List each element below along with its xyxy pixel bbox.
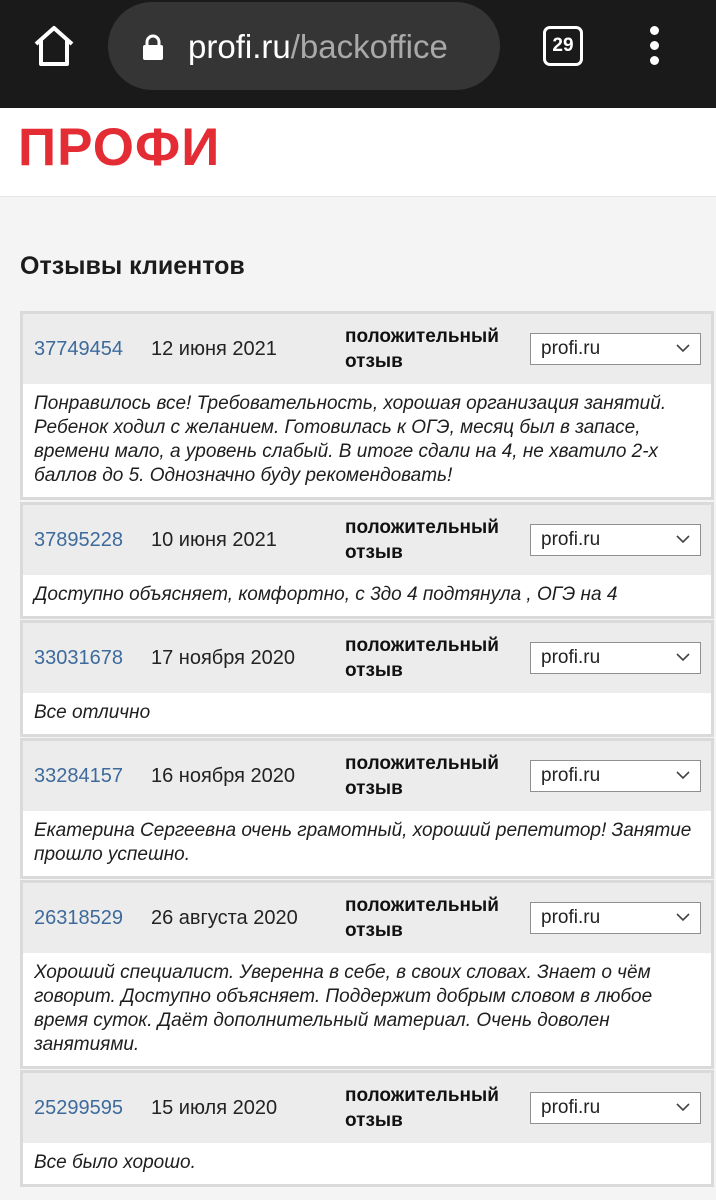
chevron-down-icon bbox=[676, 535, 690, 544]
review-id-link[interactable]: 26318529 bbox=[34, 883, 123, 953]
review-text: Доступно объясняет, комфортно, с 3до 4 п… bbox=[34, 584, 618, 605]
source-select[interactable]: profi.ru bbox=[530, 333, 701, 365]
chevron-down-icon bbox=[676, 771, 690, 780]
review-header: 33284157 16 ноября 2020 положительный от… bbox=[23, 741, 711, 811]
review-date: 15 июля 2020 bbox=[151, 1097, 278, 1119]
review-date: 12 июня 2021 bbox=[151, 338, 277, 360]
source-value: profi.ru bbox=[541, 765, 601, 786]
chevron-down-icon bbox=[676, 1103, 690, 1112]
source-select[interactable]: profi.ru bbox=[530, 1092, 701, 1124]
main-content: Отзывы клиентов 37749454 12 июня 2021 по… bbox=[0, 197, 716, 1200]
review-id-link[interactable]: 25299595 bbox=[34, 1073, 123, 1143]
source-value: profi.ru bbox=[541, 1097, 601, 1118]
review-date: 16 ноября 2020 bbox=[151, 765, 296, 787]
review-type: положительный отзыв bbox=[345, 326, 499, 372]
review-header: 25299595 15 июля 2020 положительный отзы… bbox=[23, 1073, 711, 1143]
review-date: 26 августа 2020 bbox=[151, 907, 298, 929]
page-title: Отзывы клиентов bbox=[20, 252, 245, 280]
review-text: Понравилось все! Требовательность, хорош… bbox=[34, 393, 667, 486]
review-card: 33031678 17 ноября 2020 положительный от… bbox=[20, 620, 714, 737]
chevron-down-icon bbox=[676, 913, 690, 922]
url-text: profi.ru/backoffice bbox=[188, 26, 488, 68]
review-header: 33031678 17 ноября 2020 положительный от… bbox=[23, 623, 711, 693]
review-header: 26318529 26 августа 2020 положительный о… bbox=[23, 883, 711, 953]
source-value: profi.ru bbox=[541, 338, 601, 359]
review-id-link[interactable]: 33284157 bbox=[34, 741, 123, 811]
review-type: положительный отзыв bbox=[345, 753, 499, 799]
review-type: положительный отзыв bbox=[345, 1085, 499, 1131]
url-path: /backoffice bbox=[290, 28, 448, 65]
review-type: положительный отзыв bbox=[345, 635, 499, 681]
review-card: 37895228 10 июня 2021 положительный отзы… bbox=[20, 502, 714, 619]
source-value: profi.ru bbox=[541, 907, 601, 928]
review-type: положительный отзыв bbox=[345, 895, 499, 941]
source-select[interactable]: profi.ru bbox=[530, 902, 701, 934]
review-card: 25299595 15 июля 2020 положительный отзы… bbox=[20, 1070, 714, 1187]
lock-icon bbox=[143, 34, 163, 60]
review-type: положительный отзыв bbox=[345, 517, 499, 563]
source-select[interactable]: profi.ru bbox=[530, 760, 701, 792]
address-bar[interactable]: profi.ru/backoffice bbox=[108, 2, 500, 90]
source-select[interactable]: profi.ru bbox=[530, 642, 701, 674]
more-vert-icon[interactable] bbox=[642, 24, 666, 70]
review-date: 10 июня 2021 bbox=[151, 529, 277, 551]
review-text: Екатерина Сергеевна очень грамотный, хор… bbox=[34, 820, 692, 865]
review-card: 33284157 16 ноября 2020 положительный от… bbox=[20, 738, 714, 879]
review-card: 37749454 12 июня 2021 положительный отзы… bbox=[20, 311, 714, 500]
url-domain: profi.ru bbox=[188, 28, 291, 65]
review-text: Все было хорошо. bbox=[34, 1152, 196, 1173]
source-value: profi.ru bbox=[541, 529, 601, 550]
review-date: 17 ноября 2020 bbox=[151, 647, 296, 669]
tabs-icon[interactable]: 29 bbox=[543, 26, 583, 66]
review-id-link[interactable]: 37895228 bbox=[34, 505, 123, 575]
source-select[interactable]: profi.ru bbox=[530, 524, 701, 556]
chevron-down-icon bbox=[676, 653, 690, 662]
browser-toolbar: profi.ru/backoffice 29 bbox=[0, 0, 716, 108]
review-id-link[interactable]: 37749454 bbox=[34, 314, 123, 384]
review-header: 37895228 10 июня 2021 положительный отзы… bbox=[23, 505, 711, 575]
review-text: Все отлично bbox=[34, 702, 151, 723]
review-id-link[interactable]: 33031678 bbox=[34, 623, 123, 693]
review-header: 37749454 12 июня 2021 положительный отзы… bbox=[23, 314, 711, 384]
home-icon bbox=[34, 26, 74, 66]
home-button[interactable] bbox=[30, 22, 78, 70]
source-value: profi.ru bbox=[541, 647, 601, 668]
chevron-down-icon bbox=[676, 344, 690, 353]
review-card: 26318529 26 августа 2020 положительный о… bbox=[20, 880, 714, 1069]
site-header: ПРОФИ bbox=[0, 108, 716, 197]
review-text: Хороший специалист. Уверенна в себе, в с… bbox=[34, 962, 653, 1055]
logo[interactable]: ПРОФИ bbox=[18, 118, 220, 178]
